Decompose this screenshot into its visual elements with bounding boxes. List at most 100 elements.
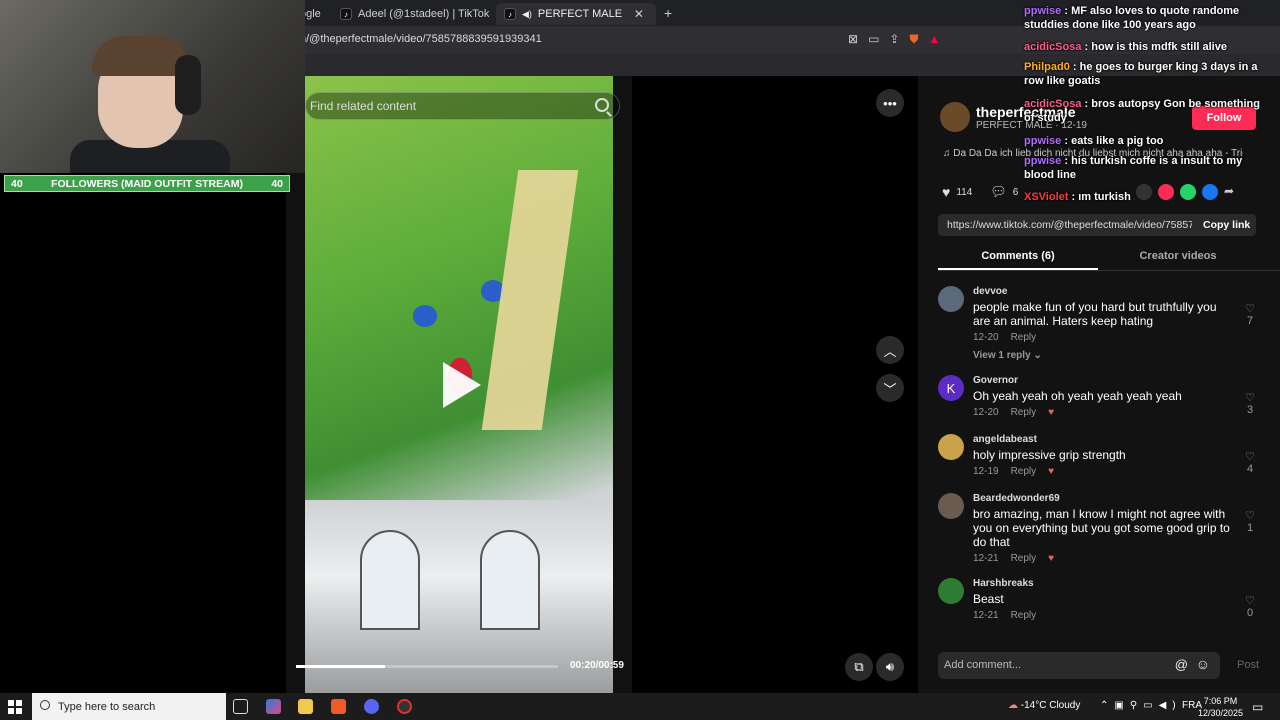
creator-liked-icon: ♥ [1048,553,1055,564]
chat-username: ppwise [1024,155,1062,167]
new-tab-button[interactable]: + [664,5,672,21]
avatar[interactable] [938,434,964,460]
windows-start-icon[interactable] [8,700,22,714]
video-time: 00:20/00:59 [570,660,624,671]
chat-text: ım turkish [1078,191,1131,203]
chat-username: ppwise [1024,5,1062,17]
share-icon[interactable]: ⇪ [889,32,899,47]
comment-like[interactable]: ♡ 7 [1244,302,1256,327]
system-clock[interactable]: 7:06 PM 12/30/2025 [1198,695,1243,719]
comment-username[interactable]: Beardedwonder69 [973,493,1060,504]
comment-username[interactable]: devvoe [973,286,1007,297]
chat-message: Philpad0 : he goes to burger king 3 days… [1024,61,1258,87]
chat-username: ppwise [1024,135,1062,147]
heart-icon[interactable]: ♡ [1244,391,1256,404]
comment-icon[interactable]: 💬︎ [990,184,1007,200]
headset-icon [175,55,201,115]
comment-text: holy impressive grip strength [973,448,1126,462]
weather-widget[interactable]: ☁ -14°C Cloudy [1008,700,1080,711]
tab-tiktok-perfectmale[interactable]: ♪ ◀) PERFECT MALE (@theperfect ✕ [496,3,656,25]
chat-message: ppwise : his turkish coffe is a insult t… [1024,155,1243,181]
view-replies-label: View 1 reply [973,350,1031,361]
tab-creator-videos[interactable]: Creator videos [1098,250,1258,262]
comment-username[interactable]: angeldabeast [973,434,1037,445]
tab-tiktok-adeel[interactable]: ♪ Adeel (@1stadeel) | TikTok [340,3,489,25]
chat-username: acidicSosa [1024,98,1082,110]
address-bar-icons: ⊠ ▭ ⇪ ⛊ ▲ [848,32,940,47]
find-related-search[interactable]: Find related content [305,92,620,120]
author-avatar[interactable] [940,102,970,132]
avatar[interactable]: K [938,375,964,401]
comment-text: people make fun of you hard but truthful… [973,300,1217,328]
like-icon[interactable]: ♥ [942,184,950,200]
avatar[interactable] [938,578,964,604]
play-icon[interactable] [443,362,481,408]
comment-meta: 12-20 Reply ♥ [973,407,1054,418]
emoji-icon[interactable]: ☺ [1196,656,1210,672]
reply-button[interactable]: Reply [1011,553,1037,564]
chevron-down-icon: ⌄ [1033,350,1042,361]
heart-icon[interactable]: ♡ [1244,450,1256,463]
task-view-icon[interactable] [233,699,248,714]
chat-text: how is this mdfk still alive [1091,41,1227,53]
tray-icons[interactable]: ⌃▣⚲▭◀) [1100,700,1182,711]
comment-username[interactable]: Governor [973,375,1018,386]
screen-icon[interactable]: ▭ [868,32,879,47]
heart-icon[interactable]: ♡ [1244,594,1256,607]
brave-rewards-icon[interactable]: ▲ [928,32,940,47]
post-button[interactable]: Post [1237,659,1259,671]
comment-text: Oh yeah yeah oh yeah yeah yeah yeah [973,389,1182,403]
add-comment-input[interactable]: Add comment... @ ☺ [938,652,1220,679]
mention-icon[interactable]: @ [1175,657,1188,672]
comment-date: 12-21 [973,553,999,564]
url-field[interactable]: n/@theperfectmale/video/7585788839591939… [300,33,542,45]
add-comment-placeholder: Add comment... [944,659,1022,671]
reply-button[interactable]: Reply [1011,407,1037,418]
follower-goal-label: FOLLOWERS (MAID OUTFIT STREAM) [51,177,243,190]
comment-date: 12-20 [973,407,999,418]
close-icon[interactable]: ✕ [634,7,644,21]
comment-like[interactable]: ♡ 0 [1244,594,1256,619]
creator-liked-icon: ♥ [1048,407,1055,418]
comment-date: 12-21 [973,610,999,621]
reply-button[interactable]: Reply [1011,610,1037,621]
discord-icon[interactable] [364,699,379,714]
view-replies-button[interactable]: View 1 reply ⌄ [973,350,1042,361]
video-progress-bar[interactable] [296,665,558,668]
brave-shield-icon[interactable]: ⛊ [909,32,918,47]
more-options-icon[interactable]: ••• [876,89,904,117]
comment-like[interactable]: ♡ 1 [1244,509,1256,534]
notification-icon[interactable]: ▭ [1252,700,1263,714]
taskbar-search-input[interactable]: Type here to search [32,693,226,720]
tab-comments[interactable]: Comments (6) [938,250,1098,262]
comment-like[interactable]: ♡ 4 [1244,450,1256,475]
obs-icon[interactable] [397,699,412,714]
chat-username: acidicSosa [1024,41,1082,53]
search-placeholder: Find related content [310,99,417,113]
avatar[interactable] [938,286,964,312]
comment-meta: 12-21 Reply ♥ [973,553,1054,564]
heart-icon[interactable]: ♡ [1244,509,1256,522]
next-video-button[interactable]: ﹀ [876,374,904,402]
volume-icon[interactable]: 🔊︎ [876,653,904,681]
heart-icon[interactable]: ♡ [1244,302,1256,315]
reply-button[interactable]: Reply [1011,466,1037,477]
search-icon[interactable] [595,98,609,112]
comment-like[interactable]: ♡ 3 [1244,391,1256,416]
comment-username[interactable]: Harshbreaks [973,578,1034,589]
comment-date: 12-20 [973,332,999,343]
previous-video-button[interactable]: ︿ [876,336,904,364]
chat-message: ppwise : MF also loves to quote randome … [1024,5,1240,31]
floating-player-icon[interactable]: ⧉ [845,653,873,681]
video-link[interactable]: https://www.tiktok.com/@theperfectmale/v… [947,219,1192,231]
copy-link-button[interactable]: Copy link [1203,219,1250,231]
copilot-icon[interactable] [266,699,281,714]
chat-text: eats like a pig too [1071,135,1164,147]
comment-count: 6 [1012,186,1019,198]
brave-icon[interactable] [331,699,346,714]
avatar[interactable] [938,493,964,519]
file-explorer-icon[interactable] [298,699,313,714]
reply-button[interactable]: Reply [1011,332,1037,343]
reader-icon[interactable]: ⊠ [848,32,858,47]
webcam-overlay [0,0,305,173]
